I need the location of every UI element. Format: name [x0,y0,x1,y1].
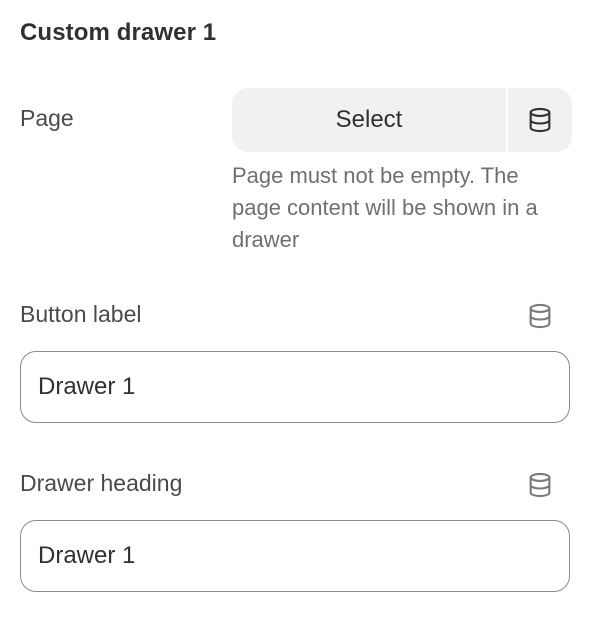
drawer-heading-value: Drawer 1 [38,542,136,569]
page-select-group: Select [232,88,572,152]
drawer-heading-label: Drawer heading [20,470,183,496]
page-label: Page [20,105,74,131]
database-icon [529,107,551,133]
drawer-heading-dynamic-source-button[interactable] [524,469,556,501]
drawer-heading-input[interactable]: Drawer 1 [20,520,570,592]
page-help-text: Page must not be empty. The page content… [232,163,538,252]
page-dynamic-source-button[interactable] [508,88,572,152]
button-label-input[interactable]: Drawer 1 [20,351,570,423]
button-label-label: Button label [20,301,142,327]
database-icon [529,303,551,329]
select-page-button[interactable]: Select [232,88,506,152]
database-icon [529,472,551,498]
button-label-value: Drawer 1 [38,373,136,400]
section-title: Custom drawer 1 [20,19,217,46]
button-label-dynamic-source-button[interactable] [524,300,556,332]
